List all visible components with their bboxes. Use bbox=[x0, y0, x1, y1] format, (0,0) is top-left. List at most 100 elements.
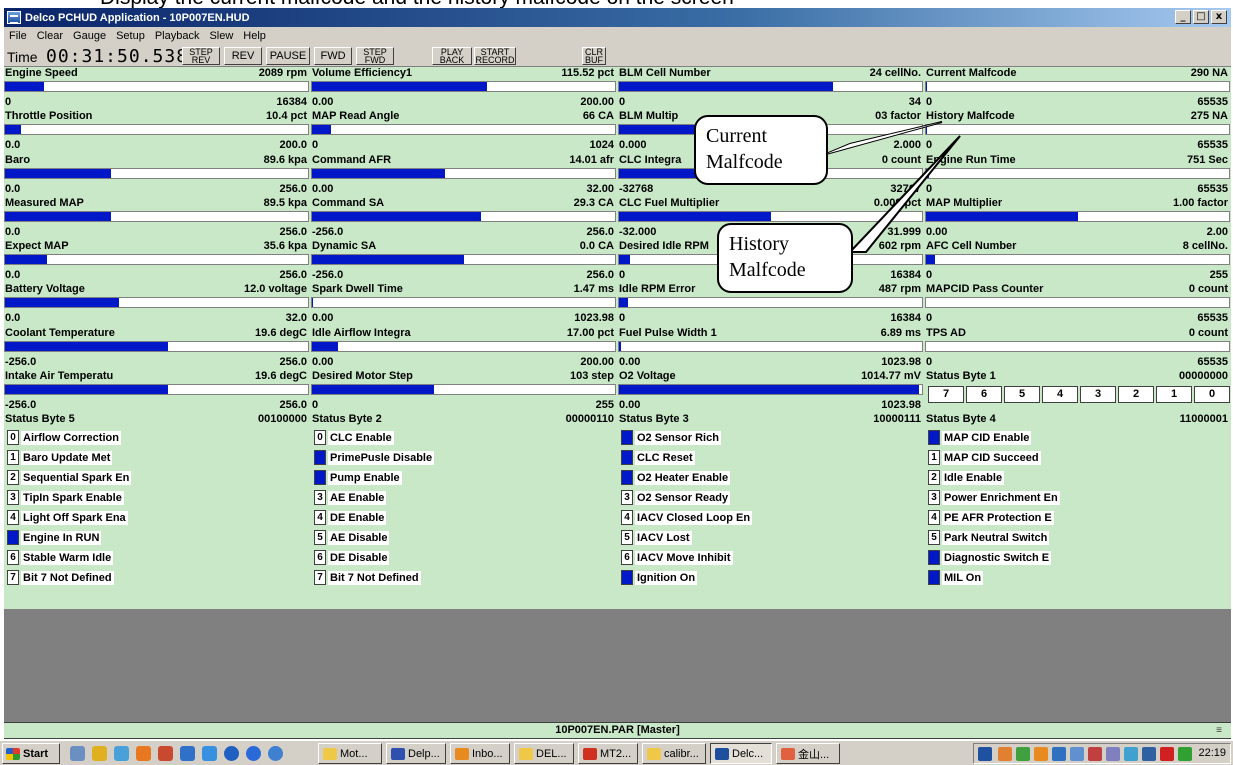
gauge-max: 256.0 bbox=[586, 225, 614, 238]
gauge[interactable]: Measured MAP 89.5 kpa 0.0 256.0 bbox=[4, 197, 309, 241]
status-byte-1-bit[interactable]: 7 bbox=[928, 385, 964, 403]
status-bit-row: 5 Park Neutral Switch bbox=[928, 529, 1050, 546]
status-bit-row: 2 Sequential Spark En bbox=[7, 469, 132, 486]
play-back-button[interactable]: PLAY BACK bbox=[432, 47, 472, 65]
gauge-name: Engine Speed bbox=[5, 67, 78, 79]
gauge-max: 1023.98 bbox=[881, 398, 921, 411]
gauge[interactable]: Battery Voltage 12.0 voltage 0.0 32.0 bbox=[4, 283, 309, 327]
tray-app-icon[interactable] bbox=[998, 747, 1012, 761]
bit-indicator: 3 bbox=[621, 490, 633, 505]
gauge[interactable]: Baro 89.6 kpa 0.0 256.0 bbox=[4, 154, 309, 198]
gauge-bar bbox=[311, 383, 616, 395]
menu-setup[interactable]: Setup bbox=[111, 30, 150, 42]
gauge[interactable]: AFC Cell Number 8 cellNo. 0 255 bbox=[925, 240, 1230, 284]
gauge[interactable]: Engine Speed 2089 rpm 0 16384 bbox=[4, 67, 309, 111]
menu-slew[interactable]: Slew bbox=[204, 30, 238, 42]
gauge[interactable]: Coolant Temperature 19.6 degC -256.0 256.0 bbox=[4, 327, 309, 371]
tray-outlook-icon[interactable] bbox=[1034, 747, 1048, 761]
quicklaunch-app-icon[interactable] bbox=[92, 746, 107, 761]
gauge[interactable]: Expect MAP 35.6 kpa 0.0 256.0 bbox=[4, 240, 309, 284]
quicklaunch-media-icon[interactable] bbox=[114, 746, 129, 761]
menu-file[interactable]: File bbox=[4, 30, 32, 42]
gauge[interactable]: MAPCID Pass Counter 0 count 0 65535 bbox=[925, 283, 1230, 327]
tray-network-icon[interactable] bbox=[978, 747, 992, 761]
tray-security-icon[interactable] bbox=[1052, 747, 1066, 761]
gauge[interactable]: Throttle Position 10.4 pct 0.0 200.0 bbox=[4, 110, 309, 154]
tray-signal-icon[interactable] bbox=[1178, 747, 1192, 761]
gauge[interactable]: Engine Run Time 751 Sec 0 65535 bbox=[925, 154, 1230, 198]
gauge[interactable]: History Malfcode 275 NA 0 65535 bbox=[925, 110, 1230, 154]
restore-button[interactable]: □ bbox=[1193, 10, 1209, 24]
gauge[interactable]: Current Malfcode 290 NA 0 65535 bbox=[925, 67, 1230, 111]
task-folder-mot[interactable]: Mot... bbox=[318, 743, 382, 764]
tray-sync-icon[interactable] bbox=[1016, 747, 1030, 761]
tray-speaker-icon[interactable] bbox=[1070, 747, 1084, 761]
gauge[interactable]: Volume Efficiency1 115.52 pct 0.00 200.00 bbox=[311, 67, 616, 111]
gauge[interactable]: Intake Air Temperatu 19.6 degC -256.0 256.0 bbox=[4, 370, 309, 414]
gauge[interactable]: TPS AD 0 count 0 65535 bbox=[925, 327, 1230, 371]
menu-gauge[interactable]: Gauge bbox=[68, 30, 111, 42]
gauge-name: Desired Idle RPM bbox=[619, 240, 709, 252]
gauge[interactable]: Idle Airflow Integra 17.00 pct 0.00 200.00 bbox=[311, 327, 616, 371]
gauge[interactable]: Command SA 29.3 CA -256.0 256.0 bbox=[311, 197, 616, 241]
gauge[interactable]: Dynamic SA 0.0 CA -256.0 256.0 bbox=[311, 240, 616, 284]
status-byte-1-bit[interactable]: 2 bbox=[1118, 385, 1154, 403]
quicklaunch-help-icon[interactable] bbox=[224, 746, 239, 761]
gauge[interactable]: Desired Motor Step 103 step 0 255 bbox=[311, 370, 616, 414]
gauge[interactable]: O2 Voltage 1014.77 mV 0.00 1023.98 bbox=[618, 370, 923, 414]
gauge[interactable]: MAP Read Angle 66 CA 0 1024 bbox=[311, 110, 616, 154]
close-button[interactable]: x bbox=[1211, 10, 1227, 24]
quicklaunch-acrobat-icon[interactable] bbox=[158, 746, 173, 761]
task-delco-active[interactable]: Delc... bbox=[710, 743, 772, 764]
task-outlook-inbox[interactable]: Inbo... bbox=[450, 743, 510, 764]
status-byte-1-bit[interactable]: 3 bbox=[1080, 385, 1116, 403]
gauge[interactable]: BLM Cell Number 24 cellNo. 0 34 bbox=[618, 67, 923, 111]
gauge-min: 0 bbox=[926, 182, 933, 195]
gauge[interactable]: Command AFR 14.01 afr 0.00 32.00 bbox=[311, 154, 616, 198]
start-record-button[interactable]: START RECORD bbox=[474, 47, 516, 65]
quicklaunch-image-icon[interactable] bbox=[202, 746, 217, 761]
minimize-button[interactable]: _ bbox=[1175, 10, 1191, 24]
task-pdf-mt2[interactable]: MT2... bbox=[578, 743, 638, 764]
quicklaunch-outlook-icon[interactable] bbox=[136, 746, 151, 761]
gauge-value: 1014.77 mV bbox=[861, 369, 921, 382]
menu-clear[interactable]: Clear bbox=[32, 30, 68, 42]
resize-grip-icon[interactable]: ≡ bbox=[1213, 723, 1225, 738]
tray-bluetooth-icon[interactable] bbox=[1088, 747, 1102, 761]
gauge-name: TPS AD bbox=[926, 326, 966, 339]
pause-button[interactable]: PAUSE bbox=[266, 47, 310, 65]
status-byte-1-bit[interactable]: 5 bbox=[1004, 385, 1040, 403]
play-back-line2: BACK bbox=[439, 55, 465, 65]
status-byte-1-bit[interactable]: 0 bbox=[1194, 385, 1230, 403]
gauge-fill bbox=[312, 255, 464, 264]
quicklaunch-network-icon[interactable] bbox=[268, 746, 283, 761]
quicklaunch-desktop-icon[interactable] bbox=[70, 746, 85, 761]
menu-playback[interactable]: Playback bbox=[150, 30, 205, 42]
status-bit-row: 6 IACV Move Inhibit bbox=[621, 549, 733, 566]
step-rev-button[interactable]: STEP REV bbox=[182, 47, 220, 65]
status-byte-1-bit[interactable]: 6 bbox=[966, 385, 1002, 403]
gauge[interactable]: Spark Dwell Time 1.47 ms 0.00 1023.98 bbox=[311, 283, 616, 327]
task-kingsoft[interactable]: 金山... bbox=[776, 743, 840, 764]
status-byte-1-bit[interactable]: 1 bbox=[1156, 385, 1192, 403]
gauge[interactable]: Fuel Pulse Width 1 6.89 ms 0.00 1023.98 bbox=[618, 327, 923, 371]
tray-m-icon[interactable] bbox=[1160, 747, 1174, 761]
rev-button[interactable]: REV bbox=[224, 47, 262, 65]
step-fwd-button[interactable]: STEP FWD bbox=[356, 47, 394, 65]
quicklaunch-ie-icon[interactable] bbox=[246, 746, 261, 761]
task-folder-calibr[interactable]: calibr... bbox=[642, 743, 706, 764]
tray-connection-icon[interactable] bbox=[1142, 747, 1156, 761]
clear-buffer-button[interactable]: CLR BUF bbox=[582, 47, 606, 65]
tray-display-icon[interactable] bbox=[1124, 747, 1138, 761]
gauge[interactable]: MAP Multiplier 1.00 factor 0.00 2.00 bbox=[925, 197, 1230, 241]
start-button[interactable]: Start bbox=[2, 743, 60, 764]
task-word-delp[interactable]: Delp... bbox=[386, 743, 446, 764]
tray-antivirus-icon[interactable] bbox=[1106, 747, 1120, 761]
fwd-button[interactable]: FWD bbox=[314, 47, 352, 65]
gauge-value: 103 step bbox=[569, 369, 614, 382]
quicklaunch-browser-icon[interactable] bbox=[180, 746, 195, 761]
status-byte-1-bit[interactable]: 4 bbox=[1042, 385, 1078, 403]
gauge-max: 65535 bbox=[1197, 139, 1228, 152]
task-folder-del[interactable]: DEL... bbox=[514, 743, 574, 764]
menu-help[interactable]: Help bbox=[238, 30, 271, 42]
